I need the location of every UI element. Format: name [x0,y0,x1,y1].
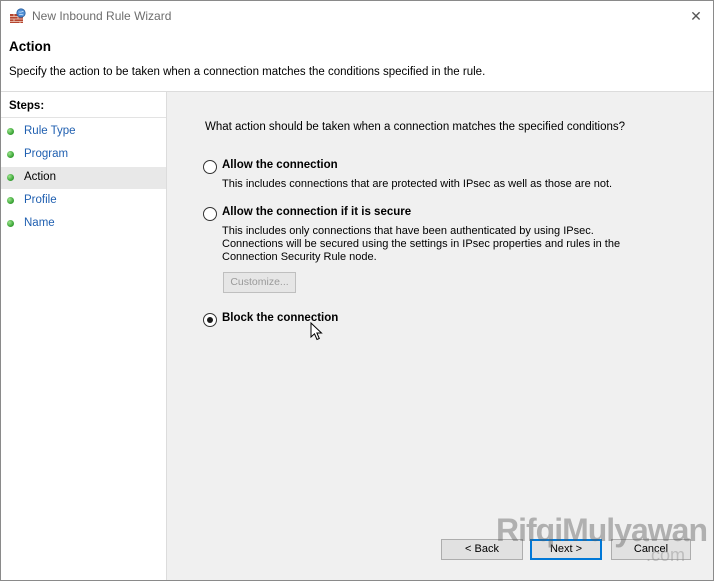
step-profile[interactable]: Profile [1,190,166,212]
step-label: Name [24,217,55,229]
window-title: New Inbound Rule Wizard [32,9,172,23]
step-action[interactable]: Action [1,167,166,189]
green-dot-icon [7,197,14,204]
allow-connection-radio[interactable] [203,160,217,174]
mouse-cursor-icon [310,322,323,341]
allow-if-secure-description: This includes only connections that have… [222,225,621,263]
steps-divider [1,117,166,118]
step-rule-type[interactable]: Rule Type [1,121,166,143]
wizard-body: Steps: Rule Type Program Action Profile … [1,92,713,580]
allow-connection-label[interactable]: Allow the connection [222,159,338,171]
green-dot-icon [7,174,14,181]
title-bar[interactable]: New Inbound Rule Wizard ✕ [1,1,713,31]
steps-heading: Steps: [9,100,45,112]
step-label: Program [24,148,69,160]
wizard-header: Action Specify the action to be taken wh… [1,31,713,92]
step-program[interactable]: Program [1,144,166,166]
customize-button[interactable]: Customize... [223,272,296,293]
green-dot-icon [7,220,14,227]
cancel-button[interactable]: Cancel [611,539,691,560]
step-label: Action [24,171,56,183]
block-connection-radio[interactable] [203,313,217,327]
action-question: What action should be taken when a conne… [205,121,626,133]
steps-pane: Steps: Rule Type Program Action Profile … [1,92,167,580]
wizard-window: New Inbound Rule Wizard ✕ Action Specify… [0,0,714,581]
allow-if-secure-label[interactable]: Allow the connection if it is secure [222,206,411,218]
firewall-wizard-icon [10,8,26,23]
step-label: Rule Type [24,125,76,137]
close-button[interactable]: ✕ [685,7,707,27]
action-pane: What action should be taken when a conne… [167,92,713,580]
green-dot-icon [7,128,14,135]
page-title: Action [9,39,51,54]
green-dot-icon [7,151,14,158]
back-button[interactable]: < Back [441,539,523,560]
page-subtitle: Specify the action to be taken when a co… [9,66,486,78]
allow-connection-description: This includes connections that are prote… [222,178,613,190]
step-name[interactable]: Name [1,213,166,235]
step-label: Profile [24,194,57,206]
next-button[interactable]: Next > [530,539,602,560]
close-icon: ✕ [690,9,702,25]
allow-if-secure-radio[interactable] [203,207,217,221]
